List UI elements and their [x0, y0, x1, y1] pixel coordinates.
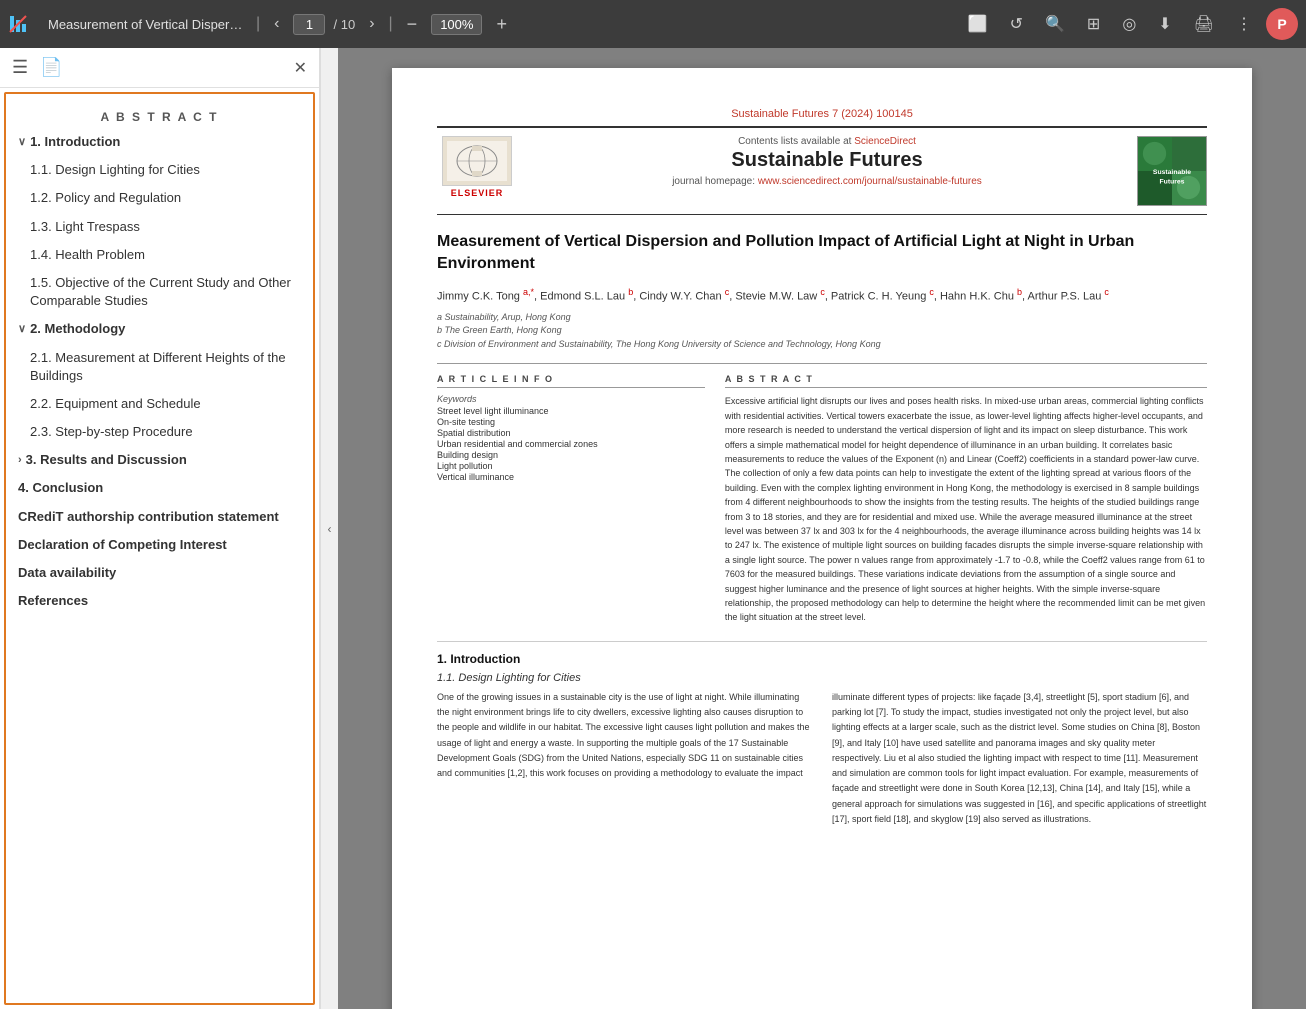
homepage-link: www.sciencedirect.com/journal/sustainabl… — [758, 176, 982, 187]
abstract-col: A B S T R A C T Excessive artificial lig… — [725, 374, 1207, 624]
intro-body-columns: One of the growing issues in a sustainab… — [437, 690, 1207, 828]
user-avatar-button[interactable]: P — [1266, 8, 1298, 40]
intro-col-left: One of the growing issues in a sustainab… — [437, 690, 812, 828]
elsevier-logo-graphic — [442, 136, 512, 186]
sidebar-item-methodology[interactable]: ∨ 2. Methodology — [6, 315, 313, 343]
elsevier-name: ELSEVIER — [451, 188, 504, 198]
svg-text:Futures: Futures — [1160, 179, 1185, 186]
sidebar-item-data-availability[interactable]: Data availability — [6, 559, 313, 587]
page-total: / 10 — [333, 17, 355, 32]
affiliation-b: b The Green Earth, Hong Kong — [437, 324, 1207, 338]
sidebar-item-light-trespass[interactable]: 1.3. Light Trespass — [6, 213, 313, 241]
sciencedirect-contents: Contents lists available at ScienceDirec… — [527, 136, 1127, 147]
article-info-col: A R T I C L E I N F O Keywords Street le… — [437, 374, 705, 624]
logo-icon — [8, 12, 32, 36]
next-page-button[interactable]: › — [363, 11, 380, 37]
document-title: Measurement of Vertical Dispersion and P… — [48, 17, 248, 32]
keywords-label: Keywords — [437, 394, 705, 404]
introduction-section: 1. Introduction 1.1. Design Lighting for… — [437, 641, 1207, 828]
sidebar-item-health-problem[interactable]: 1.4. Health Problem — [6, 241, 313, 269]
journal-homepage: journal homepage: www.sciencedirect.com/… — [527, 176, 1127, 187]
separator-1: | — [256, 15, 260, 33]
search-button[interactable]: 🔍 — [1037, 10, 1073, 38]
sidebar-item-credit[interactable]: CRediT authorship contribution statement — [6, 503, 313, 531]
pdf-page-1: Sustainable Futures 7 (2024) 100145 — [392, 68, 1252, 1009]
sidebar-item-measurement-heights[interactable]: 2.1. Measurement at Different Heights of… — [6, 344, 313, 390]
toolbar: Measurement of Vertical Dispersion and P… — [0, 0, 1306, 48]
prev-page-button[interactable]: ‹ — [268, 11, 285, 37]
zoom-level: 100% — [431, 14, 482, 35]
intro-heading: 1. Introduction — [437, 652, 1207, 666]
outline-panel: A B S T R A C T ∨ 1. Introduction 1.1. D… — [4, 92, 315, 1005]
intro-col-right: illuminate different types of projects: … — [832, 690, 1207, 828]
journal-header-center: Contents lists available at ScienceDirec… — [527, 136, 1127, 187]
keyword-1: Street level light illuminance — [437, 406, 705, 416]
pdf-viewer[interactable]: Sustainable Futures 7 (2024) 100145 — [338, 48, 1306, 1009]
article-title: Measurement of Vertical Dispersion and P… — [437, 231, 1207, 276]
keyword-2: On-site testing — [437, 417, 705, 427]
affiliation-c: c Division of Environment and Sustainabi… — [437, 338, 1207, 352]
sidebar-item-equipment-schedule[interactable]: 2.2. Equipment and Schedule — [6, 390, 313, 418]
refresh-button[interactable]: ↺ — [1002, 10, 1031, 38]
journal-thumbnail: Sustainable Futures — [1137, 136, 1207, 206]
close-sidebar-button[interactable]: ✕ — [294, 58, 307, 78]
journal-title: Sustainable Futures — [527, 149, 1127, 172]
more-button[interactable]: ⋮ — [1228, 10, 1260, 38]
grid-button[interactable]: ⊞ — [1079, 10, 1108, 38]
article-affiliations: a Sustainability, Arup, Hong Kong b The … — [437, 311, 1207, 352]
separator-2: | — [389, 15, 393, 33]
keyword-4: Urban residential and commercial zones — [437, 439, 705, 449]
chevron-intro: ∨ — [18, 135, 26, 150]
keyword-6: Light pollution — [437, 461, 705, 471]
sciencedirect-link: ScienceDirect — [854, 136, 916, 147]
pdf-journal-ref: Sustainable Futures 7 (2024) 100145 — [437, 108, 1207, 120]
svg-text:Sustainable: Sustainable — [1153, 169, 1191, 176]
sidebar-item-introduction[interactable]: ∨ 1. Introduction — [6, 128, 313, 156]
abstract-label: A B S T R A C T — [725, 374, 1207, 388]
print-button[interactable]: 🖨 — [1186, 10, 1222, 38]
abstract-text: Excessive artificial light disrupts our … — [725, 394, 1207, 624]
affiliation-a: a Sustainability, Arup, Hong Kong — [437, 311, 1207, 325]
download-button[interactable]: ⬇ — [1150, 10, 1179, 38]
share-button[interactable]: ◎ — [1114, 10, 1144, 38]
elsevier-branding: ELSEVIER — [437, 136, 517, 198]
sidebar-collapse-button[interactable]: ‹ — [320, 48, 338, 1009]
sidebar-item-policy-regulation[interactable]: 1.2. Policy and Regulation — [6, 184, 313, 212]
app-logo — [8, 12, 32, 36]
sidebar-item-results[interactable]: › 3. Results and Discussion — [6, 446, 313, 474]
page-number-input[interactable]: 1 — [293, 14, 325, 35]
sidebar: ☰ 📄 ✕ A B S T R A C T ∨ 1. Introduction … — [0, 48, 320, 1009]
keyword-3: Spatial distribution — [437, 428, 705, 438]
zoom-in-button[interactable]: + — [490, 10, 513, 39]
keyword-5: Building design — [437, 450, 705, 460]
sidebar-item-conclusion[interactable]: 4. Conclusion — [6, 474, 313, 502]
sidebar-item-design-lighting[interactable]: 1.1. Design Lighting for Cities — [6, 156, 313, 184]
zoom-out-button[interactable]: − — [401, 10, 424, 39]
main-layout: ☰ 📄 ✕ A B S T R A C T ∨ 1. Introduction … — [0, 48, 1306, 1009]
document-icon[interactable]: 📄 — [40, 57, 62, 78]
chevron-methodology: ∨ — [18, 322, 26, 337]
hamburger-icon[interactable]: ☰ — [12, 57, 28, 78]
sidebar-item-competing-interest[interactable]: Declaration of Competing Interest — [6, 531, 313, 559]
sidebar-top-bar: ☰ 📄 ✕ — [0, 48, 319, 88]
monitor-button[interactable]: ⬜ — [960, 10, 996, 38]
keyword-7: Vertical illuminance — [437, 472, 705, 482]
sidebar-item-objective[interactable]: 1.5. Objective of the Current Study and … — [6, 269, 313, 315]
chevron-results: › — [18, 453, 22, 468]
article-authors: Jimmy C.K. Tong a,*, Edmond S.L. Lau b, … — [437, 286, 1207, 305]
sidebar-item-step-procedure[interactable]: 2.3. Step-by-step Procedure — [6, 418, 313, 446]
article-info-label: A R T I C L E I N F O — [437, 374, 705, 388]
article-info-abstract: A R T I C L E I N F O Keywords Street le… — [437, 363, 1207, 624]
toolbar-right-actions: ⬜ ↺ 🔍 ⊞ ◎ ⬇ 🖨 ⋮ P — [960, 8, 1298, 40]
sidebar-item-references[interactable]: References — [6, 587, 313, 615]
sub-heading: 1.1. Design Lighting for Cities — [437, 672, 1207, 684]
pdf-journal-header: ELSEVIER Contents lists available at Sci… — [437, 126, 1207, 215]
outline-abstract-label: A B S T R A C T — [6, 102, 313, 128]
